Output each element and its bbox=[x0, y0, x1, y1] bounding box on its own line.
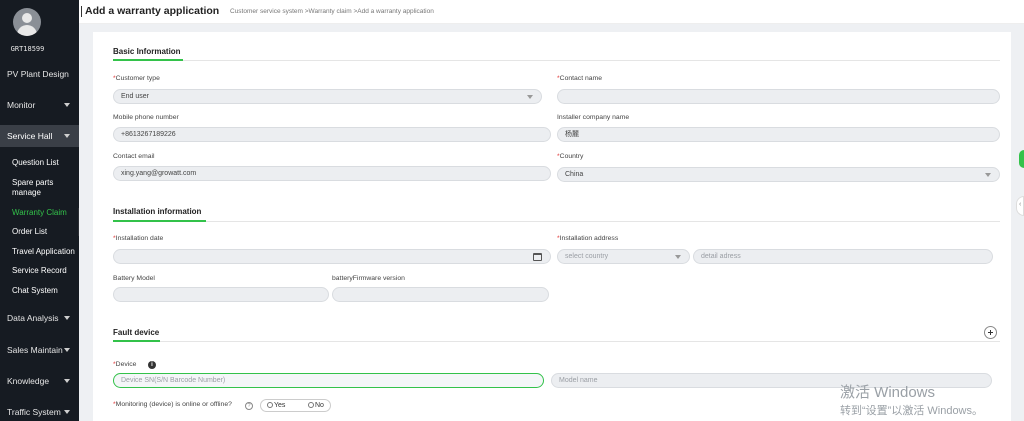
country-select[interactable]: China bbox=[557, 167, 1000, 182]
sidebar: GRT18599 PV Plant Design Monitor Service… bbox=[0, 0, 79, 421]
info-icon[interactable]: i bbox=[148, 361, 156, 369]
sidebar-item-traffic-system[interactable]: Traffic System bbox=[0, 401, 79, 421]
chevron-down-icon bbox=[675, 255, 681, 259]
email-input[interactable]: xing.yang@growatt.com bbox=[113, 166, 551, 181]
page-header: Add a warranty application Customer serv… bbox=[79, 0, 1024, 24]
sidebar-item-sales-maintain[interactable]: Sales Maintain bbox=[0, 339, 79, 361]
radio-yes[interactable]: Yes bbox=[267, 402, 285, 409]
sidebar-item-label: Monitor bbox=[7, 100, 36, 110]
battery-firmware-label: batteryFirmware version bbox=[332, 275, 405, 282]
sidebar-subitem-order-list[interactable]: Order List bbox=[0, 227, 79, 237]
radio-circle-icon bbox=[267, 402, 273, 408]
device-label: *Device bbox=[113, 361, 137, 368]
install-date-input[interactable] bbox=[113, 249, 551, 264]
sidebar-subitem-spare-parts[interactable]: Spare parts manage bbox=[0, 178, 60, 198]
section-title-fault-device: Fault device bbox=[113, 328, 160, 337]
monitoring-label: *Monitoring (device) is online or offlin… bbox=[113, 401, 232, 408]
user-id: GRT18599 bbox=[10, 45, 45, 53]
avatar[interactable] bbox=[13, 8, 41, 36]
section-accent bbox=[113, 340, 160, 342]
sidebar-item-knowledge[interactable]: Knowledge bbox=[0, 370, 79, 392]
radio-no[interactable]: No bbox=[308, 402, 324, 409]
install-date-label: *Installation date bbox=[113, 235, 164, 242]
contact-name-label: *Contact name bbox=[557, 75, 602, 82]
sidebar-item-label: Knowledge bbox=[7, 376, 50, 386]
divider bbox=[113, 341, 1000, 342]
customer-type-select[interactable]: End user bbox=[113, 89, 542, 104]
sidebar-subitem-travel-application[interactable]: Travel Application bbox=[0, 247, 79, 257]
help-icon[interactable]: ? bbox=[245, 402, 253, 410]
windows-activation-watermark: 激活 Windows bbox=[840, 384, 936, 401]
chevron-down-icon bbox=[985, 173, 991, 177]
add-device-button[interactable] bbox=[984, 326, 997, 339]
sidebar-item-service-hall[interactable]: Service Hall bbox=[0, 125, 79, 147]
section-title-basic: Basic Information bbox=[113, 47, 181, 56]
sidebar-item-monitor[interactable]: Monitor bbox=[0, 94, 79, 116]
divider bbox=[113, 60, 1000, 61]
address-detail-input[interactable]: detail adress bbox=[693, 249, 993, 264]
chevron-down-icon bbox=[64, 103, 70, 107]
installer-input[interactable]: 杨麓 bbox=[557, 127, 1000, 142]
main-content: Basic Information *Customer type End use… bbox=[79, 24, 1024, 421]
sidebar-item-label: Data Analysis bbox=[7, 313, 59, 323]
device-sn-input[interactable]: Device SN(S/N Barcode Number) bbox=[113, 373, 544, 388]
form-card: Basic Information *Customer type End use… bbox=[93, 32, 1011, 421]
mobile-input[interactable]: +8613267189226 bbox=[113, 127, 551, 142]
sidebar-subitem-question-list[interactable]: Question List bbox=[0, 158, 79, 168]
breadcrumb: Customer service system >Warranty claim … bbox=[230, 8, 434, 15]
install-address-label: *Installation address bbox=[557, 235, 619, 242]
windows-activation-hint: 转到“设置”以激活 Windows。 bbox=[840, 405, 984, 417]
chevron-left-icon: ‹ bbox=[1019, 201, 1022, 208]
mobile-label: Mobile phone number bbox=[113, 114, 179, 121]
section-title-installation: Installation information bbox=[113, 207, 202, 216]
installer-label: Installer company name bbox=[557, 114, 630, 121]
sidebar-item-pv-plant-design[interactable]: PV Plant Design bbox=[0, 63, 79, 85]
sidebar-subitem-chat-system[interactable]: Chat System bbox=[0, 286, 79, 296]
radio-circle-icon bbox=[308, 402, 314, 408]
monitoring-radio-group: Yes No bbox=[260, 399, 331, 412]
customer-type-label: *Customer type bbox=[113, 75, 160, 82]
section-accent bbox=[113, 220, 206, 222]
chevron-down-icon bbox=[527, 95, 533, 99]
sidebar-item-label: PV Plant Design bbox=[7, 69, 69, 79]
avatar-body bbox=[17, 25, 37, 36]
sidebar-item-label: Sales Maintain bbox=[7, 345, 63, 355]
battery-firmware-input[interactable] bbox=[332, 287, 549, 302]
sidebar-subitem-service-record[interactable]: Service Record bbox=[0, 266, 79, 276]
sidebar-item-label: Traffic System bbox=[7, 407, 61, 417]
address-country-select[interactable]: select country bbox=[557, 249, 690, 264]
calendar-icon[interactable] bbox=[533, 253, 542, 261]
battery-model-label: Battery Model bbox=[113, 275, 155, 282]
avatar-head bbox=[22, 13, 32, 23]
chevron-down-icon bbox=[64, 379, 70, 383]
chevron-down-icon bbox=[64, 134, 70, 138]
chevron-down-icon bbox=[64, 348, 70, 352]
sidebar-item-label: Service Hall bbox=[7, 131, 53, 141]
chevron-down-icon bbox=[64, 316, 70, 320]
chevron-down-icon bbox=[64, 410, 70, 414]
page-title: Add a warranty application bbox=[80, 5, 220, 17]
sidebar-item-data-analysis[interactable]: Data Analysis bbox=[0, 307, 79, 329]
email-label: Contact email bbox=[113, 153, 155, 160]
side-service-tab[interactable] bbox=[1019, 150, 1024, 168]
side-collapse-tab[interactable]: ‹ bbox=[1016, 196, 1024, 216]
sidebar-subitem-warranty-claim[interactable]: Warranty Claim bbox=[0, 208, 79, 218]
section-accent bbox=[113, 59, 183, 61]
battery-model-input[interactable] bbox=[113, 287, 329, 302]
contact-name-input[interactable] bbox=[557, 89, 1000, 104]
divider bbox=[113, 221, 1000, 222]
country-label: *Country bbox=[557, 153, 584, 160]
